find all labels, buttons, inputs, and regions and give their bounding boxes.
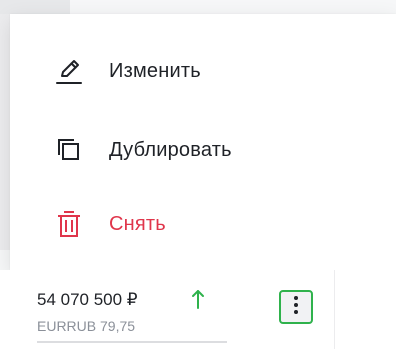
position-row: 54 070 500 ₽ EURRUB 79,75 xyxy=(0,270,396,349)
column-divider xyxy=(334,270,335,349)
divider xyxy=(37,341,227,343)
pencil-icon xyxy=(54,56,84,86)
page: Изменить Дублировать Снять 54 070 500 ₽ … xyxy=(0,0,396,349)
trash-icon xyxy=(54,209,84,239)
duplicate-icon xyxy=(54,135,84,165)
context-menu: Изменить Дублировать Снять xyxy=(10,14,396,270)
ticker-rate: EURRUB 79,75 xyxy=(37,318,136,334)
menu-item-label: Дублировать xyxy=(109,138,232,161)
menu-item-duplicate[interactable]: Дублировать xyxy=(10,120,396,180)
menu-item-label: Изменить xyxy=(109,59,201,82)
menu-item-edit[interactable]: Изменить xyxy=(10,41,396,101)
arrow-up-icon xyxy=(191,288,205,310)
position-amount: 54 070 500 ₽ xyxy=(37,290,138,309)
more-actions-button[interactable] xyxy=(279,290,313,324)
menu-item-remove[interactable]: Снять xyxy=(10,194,396,254)
background-panel xyxy=(0,0,10,250)
more-vertical-icon xyxy=(293,295,299,320)
background-tab xyxy=(0,0,70,14)
menu-item-label: Снять xyxy=(109,212,166,235)
